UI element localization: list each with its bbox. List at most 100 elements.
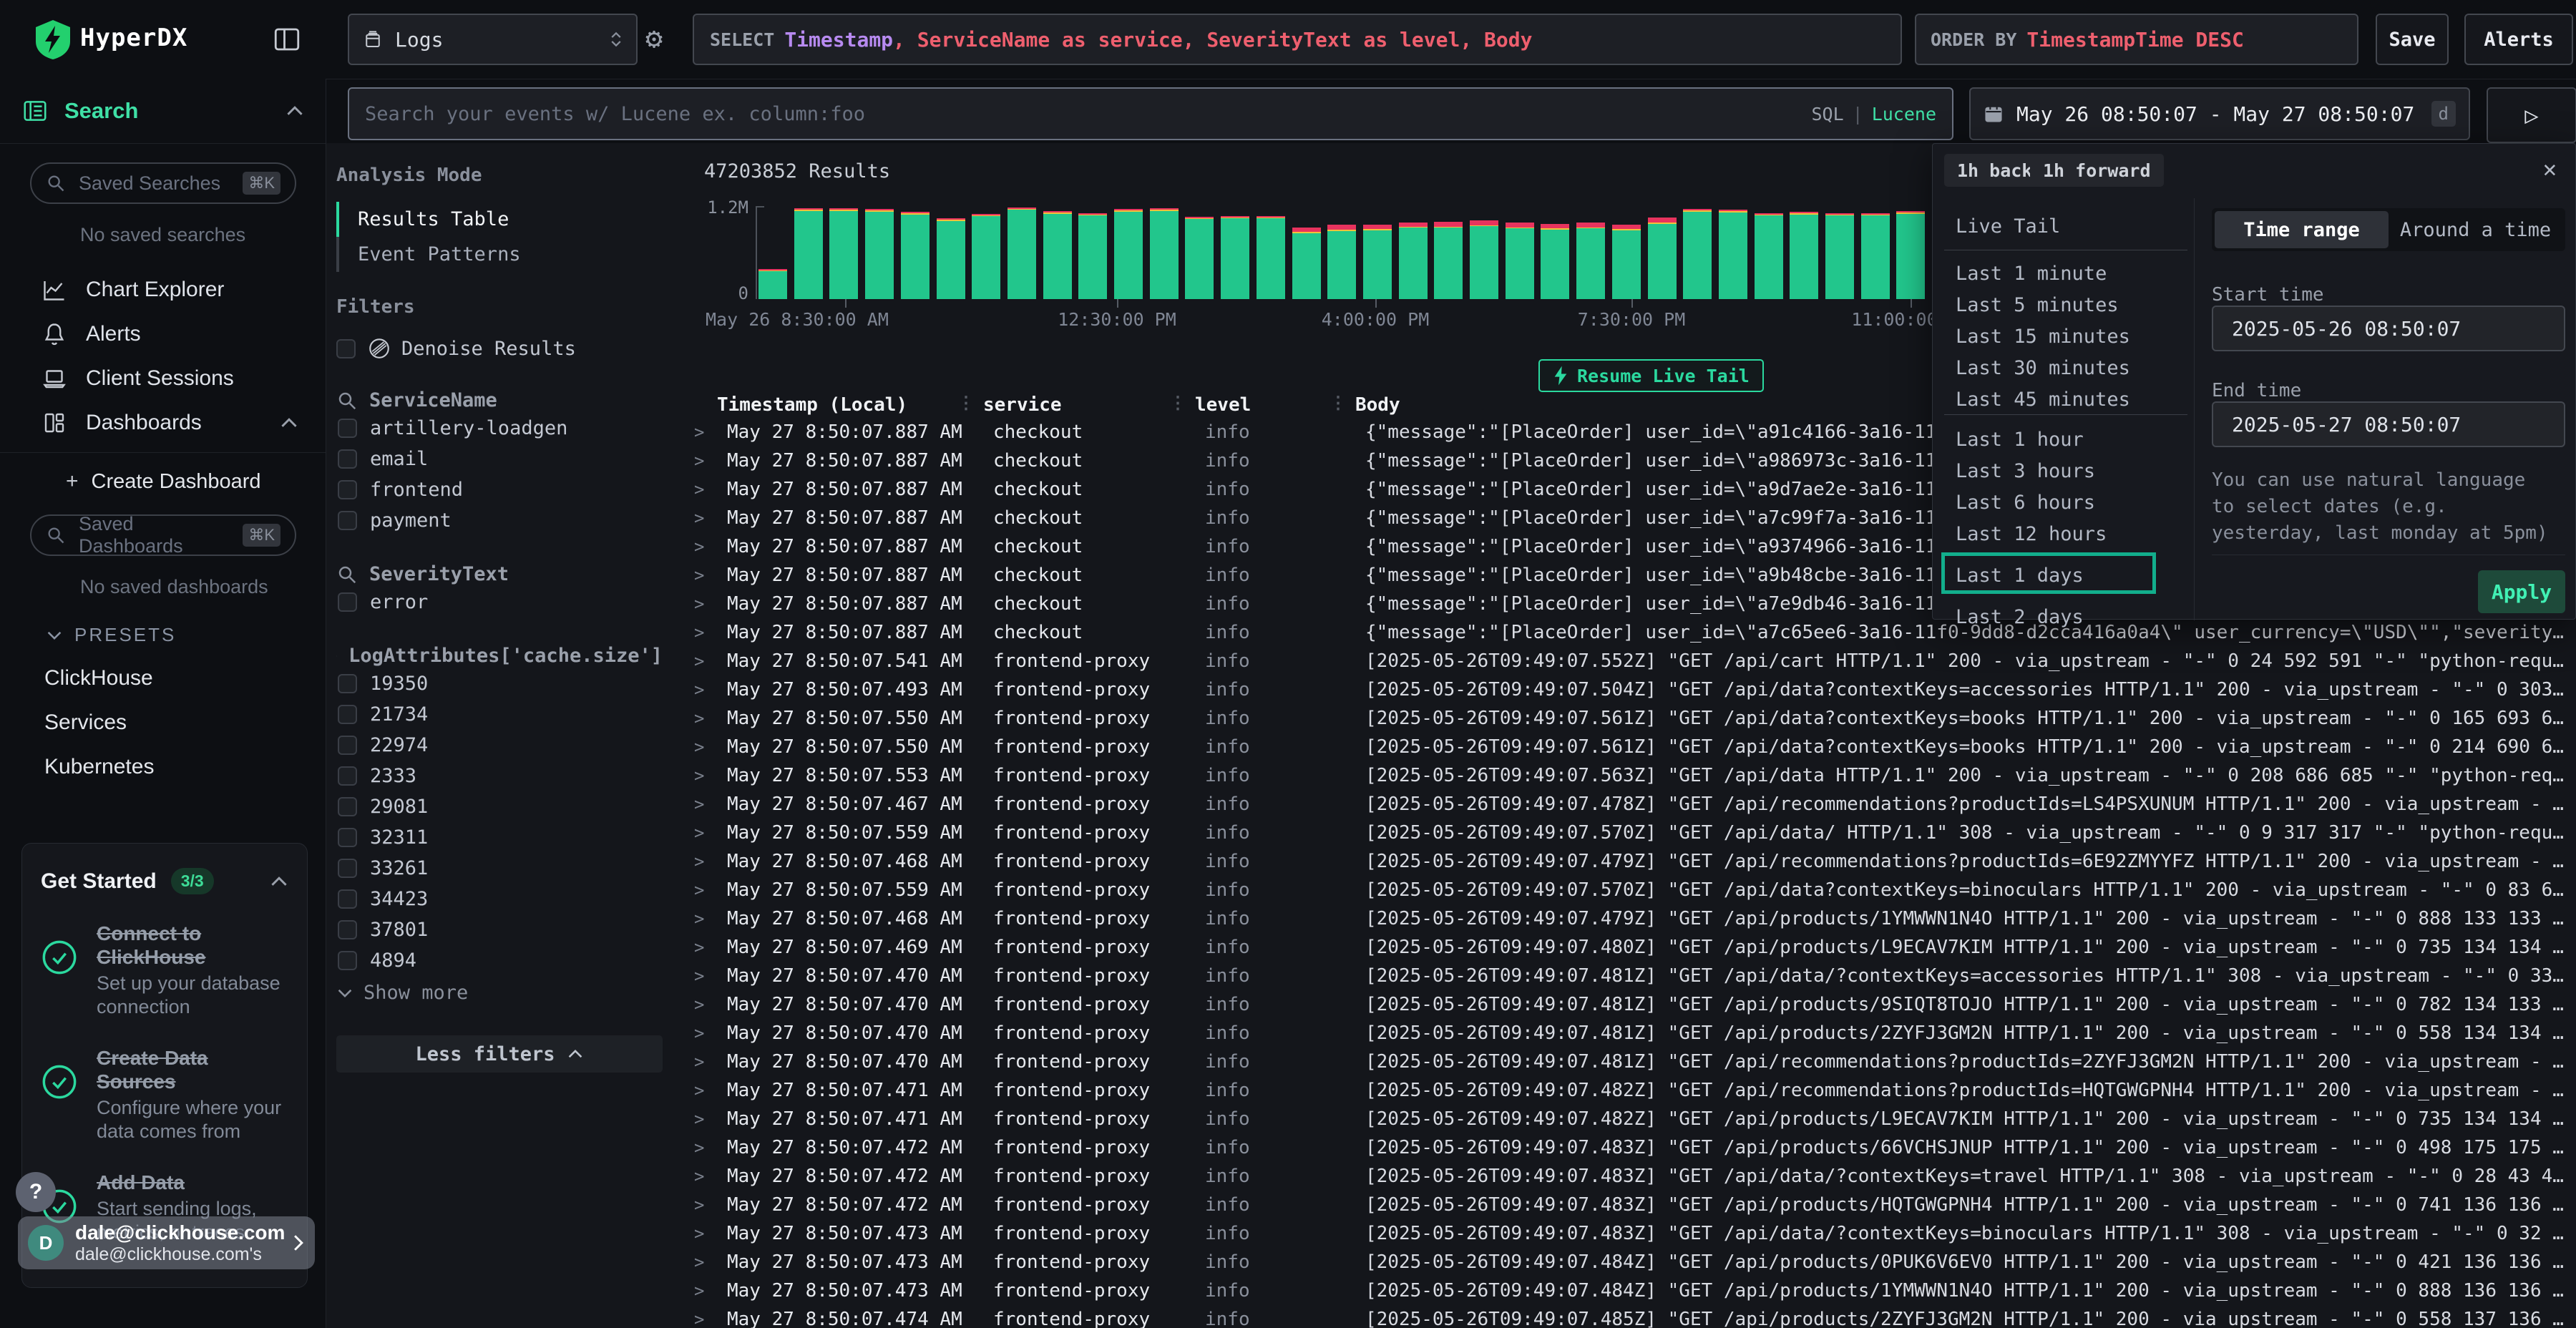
mode-sql-toggle[interactable]: SQL	[1811, 104, 1843, 125]
histogram-bar[interactable]	[972, 214, 1000, 299]
start-time-input[interactable]: 2025-05-26 08:50:07	[2212, 306, 2565, 351]
apply-button[interactable]: Apply	[2478, 570, 2565, 613]
filter-checkbox[interactable]	[338, 828, 357, 847]
run-query-button[interactable]: ▷	[2487, 87, 2576, 143]
row-expand-chevron-icon[interactable]: >	[684, 1023, 727, 1043]
table-row[interactable]: >May 27 8:50:07.473 AMfrontend-proxyinfo…	[684, 1276, 2576, 1305]
table-row[interactable]: >May 27 8:50:07.470 AMfrontend-proxyinfo…	[684, 962, 2576, 990]
table-row[interactable]: >May 27 8:50:07.559 AMfrontend-proxyinfo…	[684, 876, 2576, 904]
get-started-item[interactable]: Create Data SourcesConfigure where your …	[41, 1046, 288, 1143]
alerts-button[interactable]: Alerts	[2464, 14, 2573, 65]
row-expand-chevron-icon[interactable]: >	[684, 1281, 727, 1301]
filter-checkbox[interactable]	[338, 889, 357, 909]
filter-value-row[interactable]: 21734	[336, 700, 663, 728]
table-row[interactable]: >May 27 8:50:07.468 AMfrontend-proxyinfo…	[684, 847, 2576, 876]
row-expand-chevron-icon[interactable]: >	[684, 565, 727, 585]
time-range-option[interactable]: Last 30 minutes	[1956, 357, 2130, 379]
tab-around-a-time[interactable]: Around a time	[2389, 211, 2562, 248]
time-range-option[interactable]: Last 5 minutes	[1956, 294, 2119, 316]
date-range-input[interactable]: May 26 08:50:07 - May 27 08:50:07 d	[1969, 87, 2470, 140]
histogram-bar[interactable]	[1755, 213, 1783, 300]
histogram-bar[interactable]	[1683, 209, 1712, 299]
histogram-bar[interactable]	[1399, 223, 1428, 299]
row-expand-chevron-icon[interactable]: >	[684, 823, 727, 843]
row-expand-chevron-icon[interactable]: >	[684, 937, 727, 957]
filter-value-row[interactable]: 29081	[336, 792, 663, 821]
row-expand-chevron-icon[interactable]: >	[684, 479, 727, 499]
histogram-bar[interactable]	[865, 209, 894, 299]
sidebar-toggle-icon[interactable]	[272, 24, 302, 54]
filter-value-row[interactable]: frontend	[336, 475, 663, 504]
filter-checkbox[interactable]	[338, 480, 357, 499]
table-row[interactable]: >May 27 8:50:07.559 AMfrontend-proxyinfo…	[684, 819, 2576, 847]
table-row[interactable]: >May 27 8:50:07.553 AMfrontend-proxyinfo…	[684, 761, 2576, 790]
source-select[interactable]: Logs	[348, 14, 638, 65]
row-expand-chevron-icon[interactable]: >	[684, 1109, 727, 1129]
histogram-bar[interactable]	[1576, 223, 1605, 299]
row-expand-chevron-icon[interactable]: >	[684, 794, 727, 814]
filter-value-row[interactable]: error	[336, 587, 663, 616]
table-row[interactable]: >May 27 8:50:07.470 AMfrontend-proxyinfo…	[684, 990, 2576, 1019]
filter-value-row[interactable]: email	[336, 444, 663, 473]
sidebar-item-client-sessions[interactable]: Client Sessions	[0, 359, 326, 398]
row-expand-chevron-icon[interactable]: >	[684, 508, 727, 528]
preset-kubernetes[interactable]: Kubernetes	[0, 755, 326, 779]
row-expand-chevron-icon[interactable]: >	[684, 1138, 727, 1158]
row-expand-chevron-icon[interactable]: >	[684, 651, 727, 671]
tab-time-range[interactable]: Time range	[2215, 211, 2389, 248]
row-expand-chevron-icon[interactable]: >	[684, 1252, 727, 1272]
row-expand-chevron-icon[interactable]: >	[684, 880, 727, 900]
preset-services[interactable]: Services	[0, 711, 326, 735]
row-expand-chevron-icon[interactable]: >	[684, 851, 727, 872]
table-row[interactable]: >May 27 8:50:07.469 AMfrontend-proxyinfo…	[684, 933, 2576, 962]
histogram-bar[interactable]	[937, 218, 965, 299]
table-row[interactable]: >May 27 8:50:07.472 AMfrontend-proxyinfo…	[684, 1191, 2576, 1219]
chart-plot[interactable]	[758, 206, 1932, 299]
source-settings-gear-icon[interactable]: ⚙	[645, 16, 663, 62]
histogram-bar[interactable]	[1150, 208, 1179, 299]
row-expand-chevron-icon[interactable]: >	[684, 966, 727, 986]
search-input[interactable]: Search your events w/ Lucene ex. column:…	[348, 87, 1953, 140]
table-row[interactable]: >May 27 8:50:07.467 AMfrontend-proxyinfo…	[684, 790, 2576, 819]
time-range-option[interactable]: Last 15 minutes	[1956, 326, 2130, 348]
row-expand-chevron-icon[interactable]: >	[684, 422, 727, 442]
one-hour-forward-button[interactable]: 1h forward	[2030, 154, 2164, 187]
histogram-bar[interactable]	[1327, 225, 1356, 299]
row-expand-chevron-icon[interactable]: >	[684, 1166, 727, 1186]
filter-checkbox[interactable]	[338, 449, 357, 469]
sidebar-item-alerts[interactable]: Alerts	[0, 315, 326, 353]
histogram-bar[interactable]	[1612, 225, 1641, 299]
help-button[interactable]: ?	[16, 1172, 56, 1212]
mode-lucene-toggle[interactable]: Lucene	[1872, 104, 1936, 125]
filter-checkbox[interactable]	[338, 419, 357, 438]
chevron-up-icon[interactable]	[286, 105, 304, 117]
time-range-option[interactable]: Last 3 hours	[1956, 460, 2095, 482]
row-expand-chevron-icon[interactable]: >	[684, 622, 727, 643]
histogram-bar[interactable]	[1896, 211, 1925, 299]
histogram-bar[interactable]	[1434, 222, 1463, 299]
filter-value-row[interactable]: 4894	[336, 946, 663, 975]
filter-value-row[interactable]: 34423	[336, 884, 663, 913]
row-expand-chevron-icon[interactable]: >	[684, 909, 727, 929]
orderby-input[interactable]: ORDER BY TimestampTime DESC	[1915, 14, 2358, 65]
filter-checkbox[interactable]	[338, 920, 357, 939]
filter-checkbox[interactable]	[338, 592, 357, 612]
histogram-bar[interactable]	[1078, 213, 1107, 300]
histogram-bar[interactable]	[758, 269, 787, 300]
histogram-bar[interactable]	[1221, 216, 1249, 299]
histogram-bar[interactable]	[1008, 208, 1036, 299]
histogram-bar[interactable]	[1257, 216, 1285, 299]
saved-searches-input[interactable]: Saved Searches ⌘K	[30, 162, 296, 204]
table-row[interactable]: >May 27 8:50:07.472 AMfrontend-proxyinfo…	[684, 1133, 2576, 1162]
preset-clickhouse[interactable]: ClickHouse	[0, 666, 326, 690]
row-expand-chevron-icon[interactable]: >	[684, 737, 727, 757]
histogram-bar[interactable]	[1114, 209, 1143, 299]
table-row[interactable]: >May 27 8:50:07.470 AMfrontend-proxyinfo…	[684, 1019, 2576, 1048]
filter-checkbox[interactable]	[338, 705, 357, 724]
filter-checkbox[interactable]	[338, 766, 357, 786]
histogram-bar[interactable]	[1541, 224, 1569, 299]
histogram-bar[interactable]	[794, 208, 823, 299]
row-expand-chevron-icon[interactable]: >	[684, 1080, 727, 1100]
filter-value-row[interactable]: 33261	[336, 854, 663, 882]
histogram-bar[interactable]	[1790, 212, 1818, 299]
